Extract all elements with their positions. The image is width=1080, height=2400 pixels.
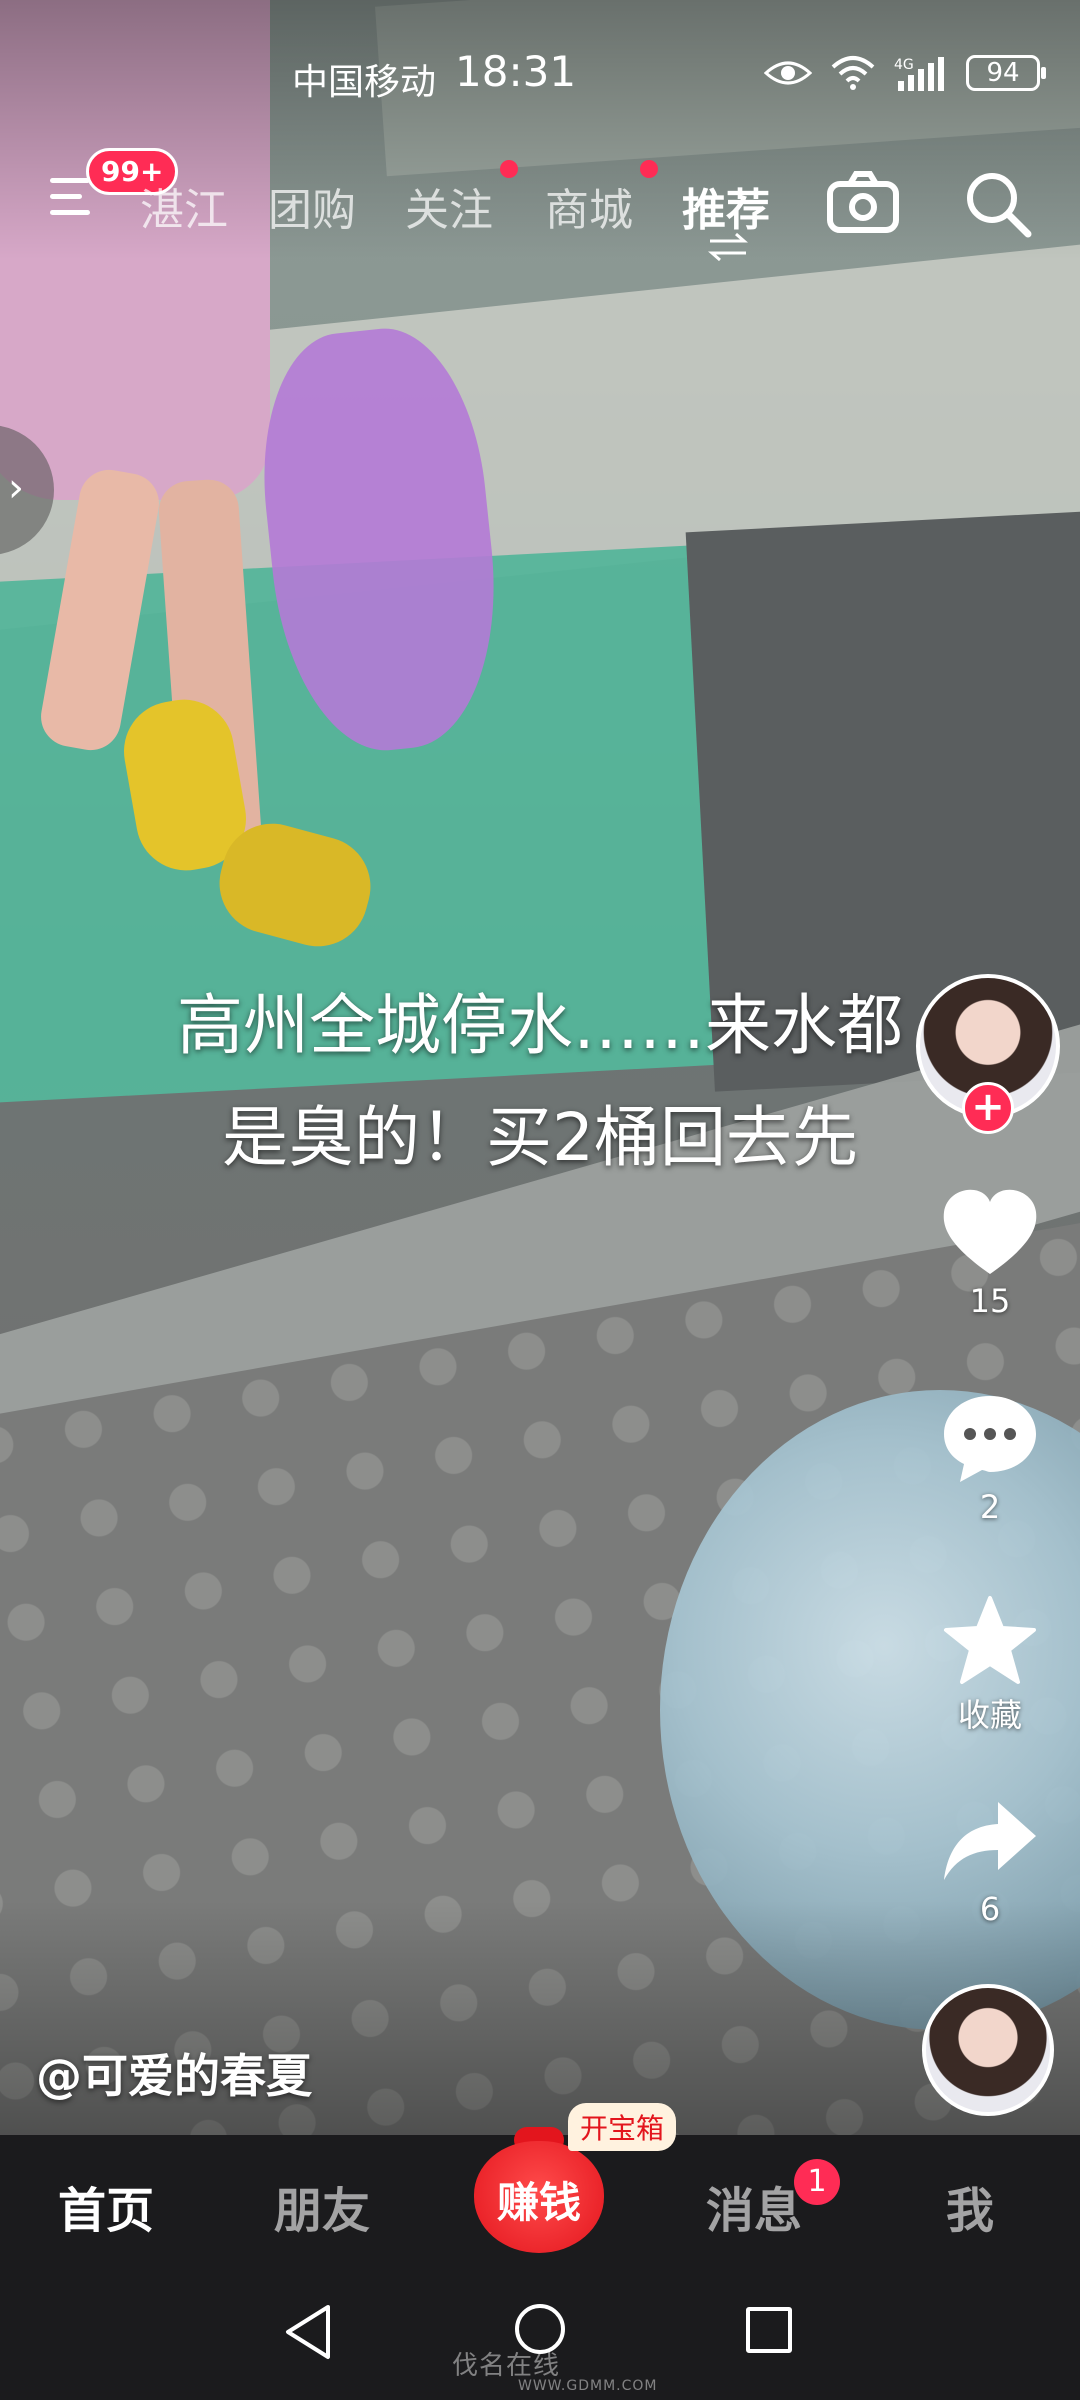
favorite-label: 收藏	[957, 1696, 1022, 1734]
status-bar: 中国移动 18:31 4G 94	[0, 45, 1080, 115]
messages-badge: 1	[794, 2159, 840, 2205]
mall-dot	[640, 160, 658, 178]
camera-icon[interactable]	[826, 170, 900, 234]
watermark: 伐名在线 WWW.GDMM.COM	[452, 2345, 657, 2394]
share-button[interactable]: 6	[920, 1796, 1060, 1928]
network-type: 4G	[894, 57, 914, 73]
menu-line	[50, 194, 82, 199]
comment-icon	[944, 1396, 1036, 1482]
tab-following[interactable]: 关注	[405, 174, 493, 238]
earn-button[interactable]: 赚钱	[470, 2127, 608, 2257]
tab-messages[interactable]: 消息	[706, 2171, 802, 2241]
tab-home[interactable]: 首页	[58, 2171, 154, 2241]
chevron-right-icon: ›	[8, 465, 24, 511]
tab-mall[interactable]: 商城	[545, 174, 633, 238]
status-icons: 4G 94	[764, 55, 1046, 91]
share-icon	[944, 1802, 1036, 1880]
following-dot	[500, 160, 518, 178]
heart-icon	[943, 1189, 1037, 1274]
top-nav: 99+ 湛江 团购 关注 商城 推荐	[0, 148, 1080, 262]
eye-icon	[764, 61, 812, 85]
like-count: 15	[969, 1282, 1011, 1320]
menu-line	[50, 210, 90, 215]
tab-recommend[interactable]: 推荐	[682, 174, 770, 238]
comment-button[interactable]: 2	[920, 1392, 1060, 1526]
earn-label: 赚钱	[496, 2178, 581, 2227]
battery-indicator: 94	[966, 55, 1046, 91]
back-icon[interactable]	[282, 2303, 334, 2361]
author-name[interactable]: @可爱的春夏	[36, 2040, 312, 2106]
treasure-tag[interactable]: 开宝箱	[568, 2103, 677, 2151]
tab-friends[interactable]: 朋友	[274, 2171, 370, 2241]
signal-icon: 4G	[894, 57, 944, 91]
favorite-button[interactable]: 收藏	[920, 1594, 1060, 1736]
switch-icon[interactable]	[706, 232, 750, 262]
like-button[interactable]: 15	[920, 1188, 1060, 1320]
system-nav-bar: 伐名在线 WWW.GDMM.COM	[0, 2265, 1080, 2400]
watermark-url: WWW.GDMM.COM	[518, 2378, 658, 2394]
carrier-name: 中国移动	[292, 62, 437, 103]
search-icon[interactable]	[964, 170, 1032, 238]
tab-me[interactable]: 我	[946, 2171, 994, 2241]
share-count: 6	[979, 1890, 1001, 1928]
comment-count: 2	[979, 1488, 1001, 1526]
clock: 18:31	[455, 47, 577, 96]
caption-line: 是臭的！买2桶回去先	[222, 1099, 858, 1176]
wifi-icon	[831, 56, 875, 90]
bottom-tab-bar: 首页 朋友 赚钱 开宝箱 消息 1 我	[0, 2103, 1080, 2265]
music-disc-avatar[interactable]	[922, 1984, 1054, 2116]
video-caption: 高州全城停水……来水都 是臭的！买2桶回去先	[0, 970, 1080, 1194]
star-icon	[944, 1596, 1036, 1684]
tab-local[interactable]: 湛江	[140, 174, 228, 238]
recents-icon[interactable]	[746, 2307, 792, 2353]
menu-line	[50, 178, 90, 183]
follow-button[interactable]: +	[962, 1082, 1014, 1134]
watermark-text: 伐名在线	[452, 2351, 561, 2381]
tab-group-buy[interactable]: 团购	[268, 174, 356, 238]
